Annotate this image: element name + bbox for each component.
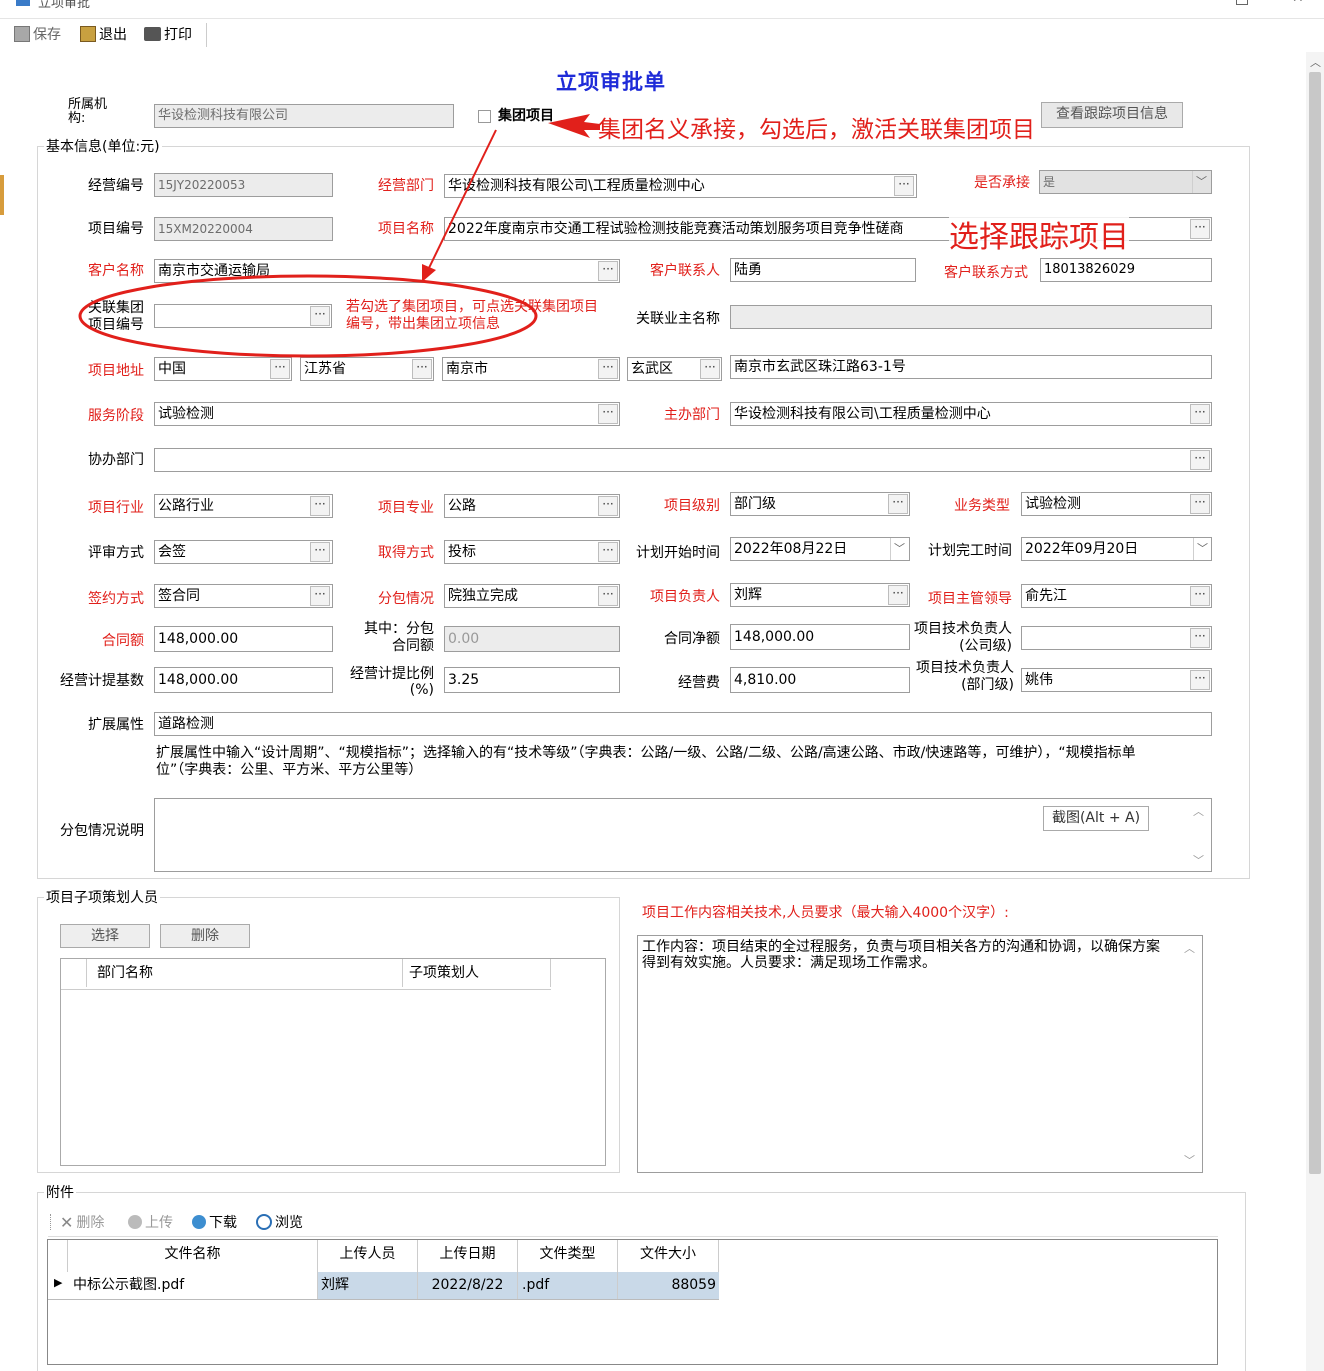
annotation-group-text: 集团名义承接，勾选后，激活关联集团项目 bbox=[598, 117, 1035, 143]
annotation-overlay bbox=[78, 114, 600, 358]
annotation-select-text: 选择跟踪项目 bbox=[949, 212, 1129, 256]
annotation-arrow-line bbox=[427, 129, 497, 271]
annotation-arrow-left bbox=[548, 114, 600, 138]
annotation-hint-text: 若勾选了集团项目，可点选关联集团项目编号，带出集团立项信息 bbox=[346, 299, 598, 332]
